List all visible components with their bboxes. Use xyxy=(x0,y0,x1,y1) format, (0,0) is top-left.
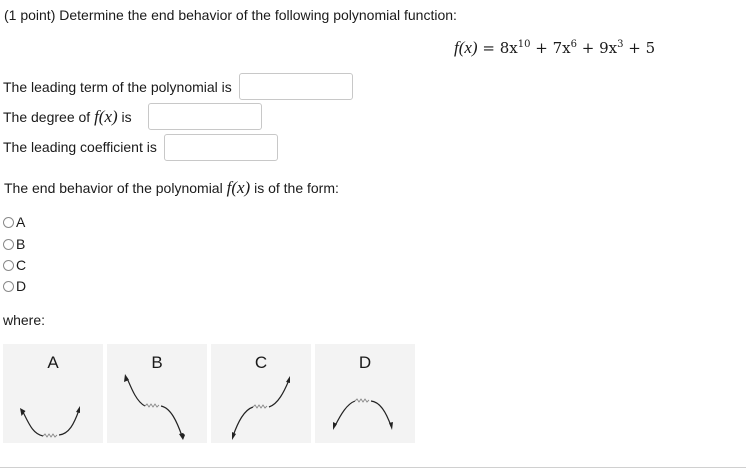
option-label: C xyxy=(16,257,27,273)
end-behavior-up-up-graph xyxy=(20,406,80,438)
degree-label-text: The degree of xyxy=(3,109,91,125)
radio-button[interactable] xyxy=(3,238,14,250)
option-label: D xyxy=(16,278,27,294)
formula-equals: = xyxy=(482,39,495,57)
radio-button[interactable] xyxy=(3,280,14,292)
graph-panel-d: D xyxy=(315,344,415,443)
radio-button[interactable] xyxy=(3,259,14,271)
formula-term: + 7x xyxy=(535,39,571,57)
end-behavior-down-down-graph xyxy=(333,398,393,430)
end-behavior-question: The end behavior of the polynomial f(x) … xyxy=(4,178,339,198)
graph-panel-b: B xyxy=(107,344,207,443)
degree-label-suffix: is xyxy=(121,109,132,125)
option-label: A xyxy=(16,214,26,230)
where-label: where: xyxy=(3,312,46,328)
formula-exponent: 3 xyxy=(617,39,624,50)
bottom-divider xyxy=(0,467,746,468)
leading-coefficient-input[interactable] xyxy=(164,134,278,161)
formula-exponent: 10 xyxy=(517,39,531,50)
option-label: B xyxy=(16,236,26,252)
formula-exponent: 6 xyxy=(570,39,577,50)
end-behavior-up-down-graph xyxy=(124,374,185,440)
formula-term: + 5 xyxy=(628,39,656,57)
option-c[interactable]: C xyxy=(3,257,26,273)
leading-term-input[interactable] xyxy=(239,73,353,100)
leading-coefficient-label: The leading coefficient is xyxy=(3,139,157,155)
option-b[interactable]: B xyxy=(3,236,25,252)
formula-lhs: f(x) xyxy=(454,38,478,57)
leading-term-label: The leading term of the polynomial is xyxy=(3,79,232,95)
question-function: f(x) xyxy=(226,178,251,197)
option-d[interactable]: D xyxy=(3,278,26,294)
degree-input[interactable] xyxy=(148,103,262,130)
question-text: The end behavior of the polynomial xyxy=(4,180,223,196)
degree-label: The degree of f(x) is xyxy=(3,107,132,127)
end-behavior-down-up-graph xyxy=(232,376,290,440)
polynomial-formula: f(x) = 8x10 + 7x6 + 9x3 + 5 xyxy=(454,38,655,58)
formula-term: 8x xyxy=(499,39,518,57)
problem-header: (1 point) Determine the end behavior of … xyxy=(4,7,457,23)
question-suffix: is of the form: xyxy=(254,180,339,196)
formula-term: + 9x xyxy=(581,39,618,57)
radio-button[interactable] xyxy=(3,216,14,228)
degree-label-function: f(x) xyxy=(94,107,118,126)
option-a[interactable]: A xyxy=(3,214,25,230)
graph-panel-a: A xyxy=(3,344,103,443)
graph-panel-c: C xyxy=(211,344,311,443)
